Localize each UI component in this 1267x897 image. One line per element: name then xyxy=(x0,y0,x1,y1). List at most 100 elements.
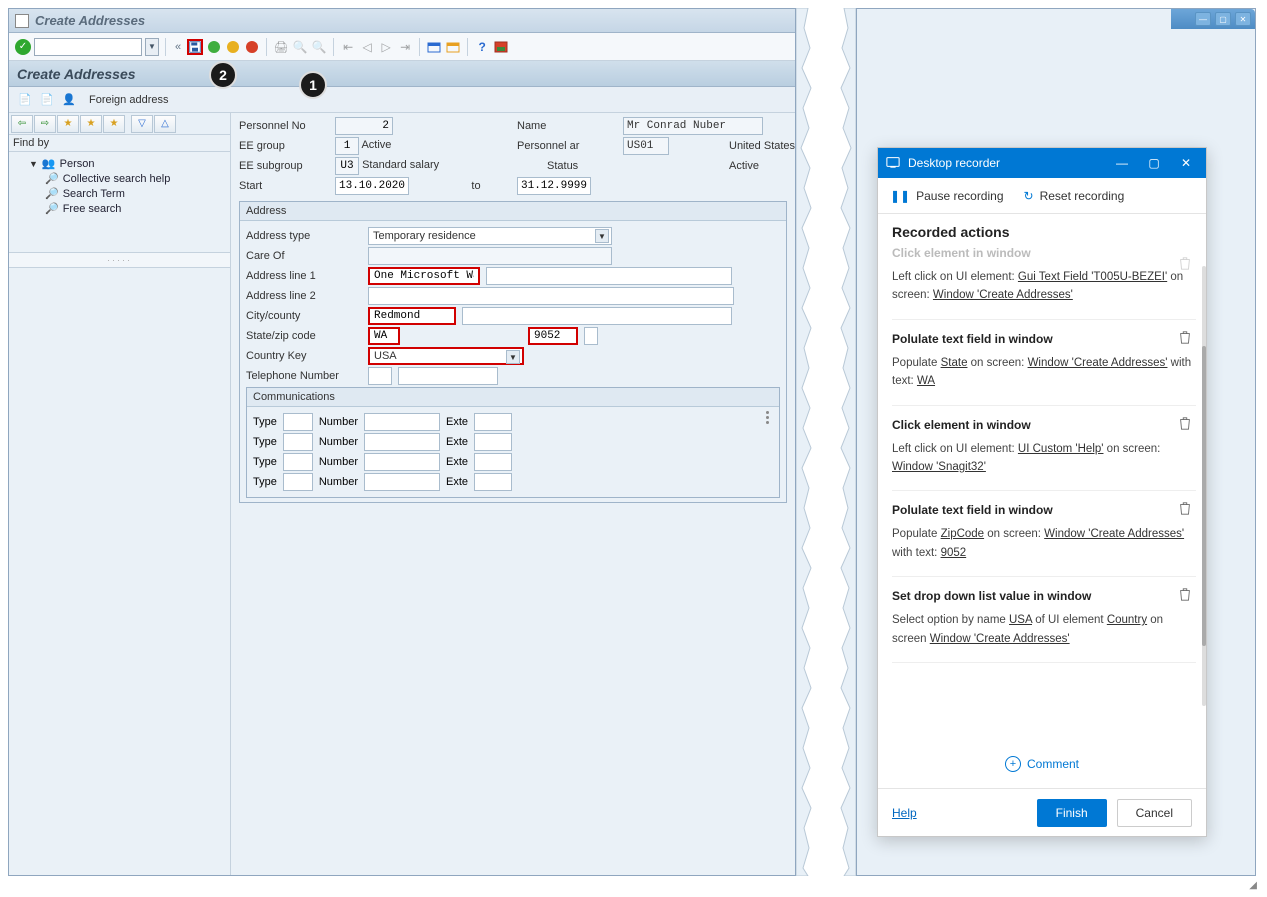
trash-icon[interactable] xyxy=(1178,256,1192,270)
zip-ext-field[interactable] xyxy=(584,327,598,345)
tree-splitter[interactable]: ····· xyxy=(9,252,230,268)
comm-number-3[interactable] xyxy=(364,453,440,471)
tree-collective[interactable]: 🔎Collective search help xyxy=(11,171,228,186)
careof-field[interactable] xyxy=(368,247,612,265)
finish-button[interactable]: Finish xyxy=(1037,799,1107,827)
sap-body: ⇦ ⇨ ★ ★ ★ ▽ △ Find by ▼👥Person 🔎Collecti… xyxy=(9,113,795,875)
comm-type-3[interactable] xyxy=(283,453,313,471)
employee-info: Personnel No Name Mr Conrad Nuber EE gro… xyxy=(239,117,787,195)
recorder-close-icon[interactable]: ✕ xyxy=(1174,151,1198,175)
comm-exte-1[interactable] xyxy=(474,413,512,431)
comm-exte-3[interactable] xyxy=(474,453,512,471)
start-date-field[interactable] xyxy=(335,177,409,195)
state-field[interactable] xyxy=(368,327,400,345)
recorder-titlebar: Desktop recorder — ▢ ✕ xyxy=(878,148,1206,178)
print-icon[interactable]: 🖨 xyxy=(273,39,289,55)
save-button[interactable] xyxy=(187,39,203,55)
new-session-icon[interactable] xyxy=(426,39,442,55)
command-field[interactable] xyxy=(34,38,142,56)
trash-icon[interactable] xyxy=(1178,501,1192,515)
trash-icon[interactable] xyxy=(1178,330,1192,344)
recorder-maximize-icon[interactable]: ▢ xyxy=(1142,151,1166,175)
shortcut-icon[interactable] xyxy=(445,39,461,55)
comm-number-1[interactable] xyxy=(364,413,440,431)
address-type-dropdown[interactable]: Temporary residence▼ xyxy=(368,227,612,245)
nav-fwd-icon[interactable]: ⇨ xyxy=(34,115,56,133)
tree-person[interactable]: ▼👥Person xyxy=(11,156,228,171)
comm-exte-4[interactable] xyxy=(474,473,512,491)
address-line2-field[interactable] xyxy=(368,287,734,305)
add-comment-button[interactable]: +Comment xyxy=(878,746,1206,782)
circle-green-icon[interactable] xyxy=(206,39,222,55)
comm-exte-2[interactable] xyxy=(474,433,512,451)
help-link[interactable]: Help xyxy=(892,806,917,820)
recorder-controls: ❚❚Pause recording ↻Reset recording xyxy=(878,178,1206,214)
country-dropdown[interactable]: USA▼ xyxy=(368,347,524,365)
comm-type-1[interactable] xyxy=(283,413,313,431)
comm-number-4[interactable] xyxy=(364,473,440,491)
action-card-0[interactable]: Click element in window Left click on UI… xyxy=(892,246,1196,320)
tree-free-search[interactable]: 🔎Free search xyxy=(11,201,228,216)
app-icon-3[interactable]: 👤 xyxy=(61,92,77,108)
next-page-icon[interactable]: ▷ xyxy=(378,39,394,55)
cancel-button[interactable]: Cancel xyxy=(1117,799,1192,827)
page-title: Create Addresses xyxy=(17,66,136,82)
nav-star3-icon[interactable]: ★ xyxy=(103,115,125,133)
nav-star2-icon[interactable]: ★ xyxy=(80,115,102,133)
layout-icon[interactable] xyxy=(493,39,509,55)
end-date-field[interactable] xyxy=(517,177,591,195)
ee-subgroup-field[interactable] xyxy=(335,157,359,175)
last-page-icon[interactable]: ⇥ xyxy=(397,39,413,55)
close-icon[interactable]: ✕ xyxy=(1235,12,1251,26)
action-card-4[interactable]: Set drop down list value in window Selec… xyxy=(892,577,1196,663)
tree-search-term[interactable]: 🔎Search Term xyxy=(11,186,228,201)
comm-type-2[interactable] xyxy=(283,433,313,451)
reset-recording-button[interactable]: ↻Reset recording xyxy=(1024,189,1125,203)
recorder-minimize-icon[interactable]: — xyxy=(1110,151,1134,175)
find-next-icon[interactable]: 🔍 xyxy=(311,39,327,55)
nav-collapse-icon[interactable]: △ xyxy=(154,115,176,133)
command-dropdown[interactable]: ▼ xyxy=(145,38,159,56)
zip-field[interactable] xyxy=(528,327,578,345)
foreign-address-label[interactable]: Foreign address xyxy=(89,94,169,106)
trash-icon[interactable] xyxy=(1178,416,1192,430)
comm-type-4[interactable] xyxy=(283,473,313,491)
action-card-2[interactable]: Click element in window Left click on UI… xyxy=(892,406,1196,492)
circle-yellow-icon[interactable] xyxy=(225,39,241,55)
nav-expand-icon[interactable]: ▽ xyxy=(131,115,153,133)
resize-handle-icon[interactable]: ◢ xyxy=(1249,880,1257,891)
chevron-down-icon: ▼ xyxy=(506,350,520,364)
circle-red-icon[interactable] xyxy=(244,39,260,55)
tel-area-field[interactable] xyxy=(368,367,392,385)
scrollbar-thumb[interactable] xyxy=(1202,346,1206,646)
comm-more-dots[interactable] xyxy=(766,411,773,493)
nav-star1-icon[interactable]: ★ xyxy=(57,115,79,133)
address-line1-field[interactable] xyxy=(368,267,480,285)
action-card-3[interactable]: Polulate text field in window Populate Z… xyxy=(892,491,1196,577)
pause-recording-button[interactable]: ❚❚Pause recording xyxy=(890,189,1004,203)
address-line1-field-2[interactable] xyxy=(486,267,732,285)
trash-icon[interactable] xyxy=(1178,587,1192,601)
prev-page-icon[interactable]: ◁ xyxy=(359,39,375,55)
chevron-left-icon[interactable]: « xyxy=(172,41,184,53)
first-page-icon[interactable]: ⇤ xyxy=(340,39,356,55)
app-icon-1[interactable]: 📄 xyxy=(17,92,33,108)
ee-subgroup-label: EE subgroup xyxy=(239,160,329,172)
action-card-1[interactable]: Polulate text field in window Populate S… xyxy=(892,320,1196,406)
action-title: Polulate text field in window xyxy=(892,503,1192,517)
tel-number-field[interactable] xyxy=(398,367,498,385)
enter-icon[interactable]: ✓ xyxy=(15,39,31,55)
find-icon[interactable]: 🔍 xyxy=(292,39,308,55)
careof-label: Care Of xyxy=(246,250,362,262)
sap-titlebar: Create Addresses xyxy=(9,9,795,33)
nav-back-icon[interactable]: ⇦ xyxy=(11,115,33,133)
app-icon-2[interactable]: 📄 xyxy=(39,92,55,108)
comm-number-2[interactable] xyxy=(364,433,440,451)
help-icon[interactable]: ? xyxy=(474,39,490,55)
city-field[interactable] xyxy=(368,307,456,325)
minimize-icon[interactable]: — xyxy=(1195,12,1211,26)
ee-group-field[interactable] xyxy=(335,137,359,155)
maximize-icon[interactable]: ▢ xyxy=(1215,12,1231,26)
personnel-no-field[interactable] xyxy=(335,117,393,135)
county-field[interactable] xyxy=(462,307,732,325)
